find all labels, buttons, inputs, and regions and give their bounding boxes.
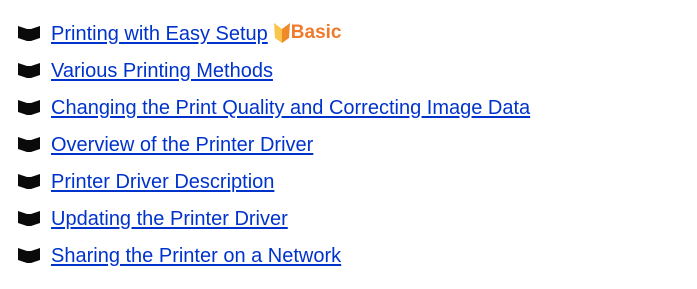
book-bullet-icon <box>18 63 40 78</box>
list-item: Sharing the Printer on a Network <box>18 237 530 274</box>
link-overview-of-printer-driver[interactable]: Overview of the Printer Driver <box>51 135 313 155</box>
book-bullet-icon <box>18 100 40 115</box>
book-bullet-icon <box>18 211 40 226</box>
basic-badge-label: Basic <box>290 22 342 43</box>
list-item: Updating the Printer Driver <box>18 200 530 237</box>
link-changing-print-quality[interactable]: Changing the Print Quality and Correctin… <box>51 98 530 118</box>
list-item: Overview of the Printer Driver <box>18 126 530 163</box>
link-updating-printer-driver[interactable]: Updating the Printer Driver <box>51 209 288 229</box>
book-bullet-icon <box>18 26 40 41</box>
link-sharing-printer-on-network[interactable]: Sharing the Printer on a Network <box>51 246 341 266</box>
list-item: Printing with Easy Setup Basic <box>18 15 530 52</box>
basic-shield-icon <box>273 22 290 43</box>
book-bullet-icon <box>18 248 40 263</box>
list-item: Changing the Print Quality and Correctin… <box>18 89 530 126</box>
list-item: Printer Driver Description <box>18 163 530 200</box>
book-bullet-icon <box>18 137 40 152</box>
link-various-printing-methods[interactable]: Various Printing Methods <box>51 61 273 81</box>
book-bullet-icon <box>18 174 40 189</box>
basic-badge: Basic <box>273 22 342 43</box>
list-item: Various Printing Methods <box>18 52 530 89</box>
link-printer-driver-description[interactable]: Printer Driver Description <box>51 172 274 192</box>
topic-link-list: Printing with Easy Setup Basic Various P… <box>18 15 530 274</box>
link-printing-with-easy-setup[interactable]: Printing with Easy Setup <box>51 24 268 44</box>
